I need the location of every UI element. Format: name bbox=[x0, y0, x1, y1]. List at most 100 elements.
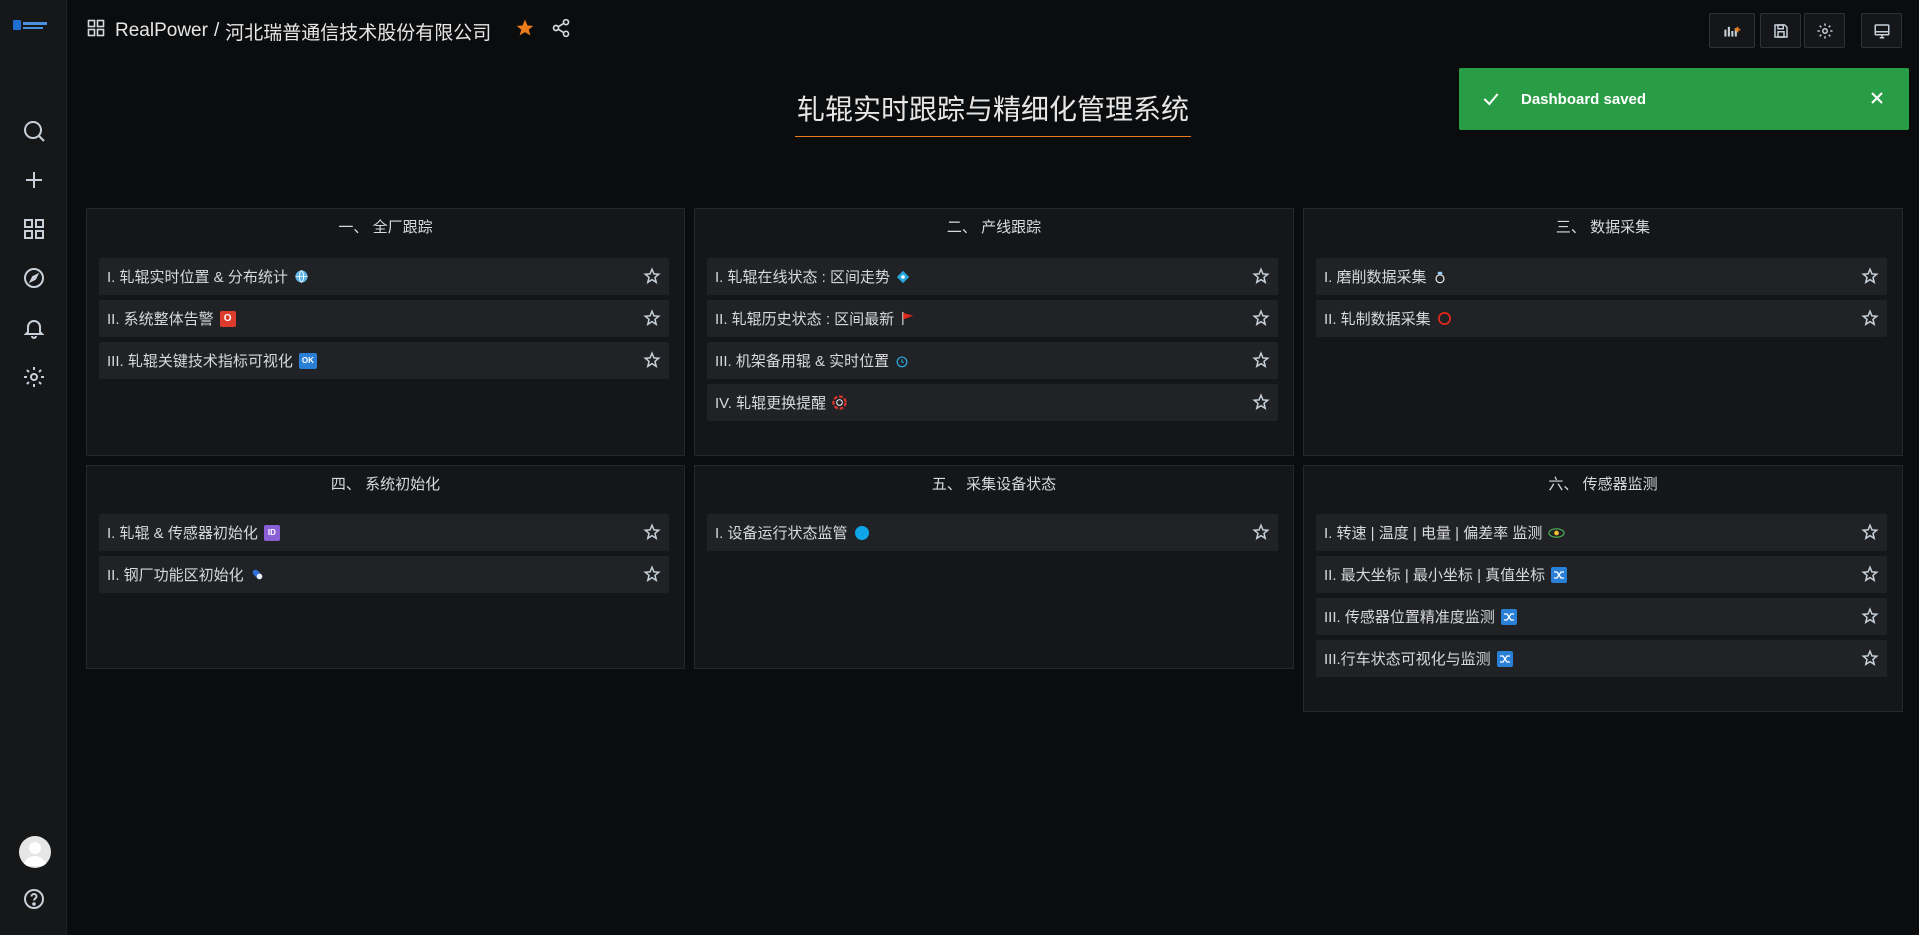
item-label: II. 轧制数据采集 bbox=[1324, 311, 1431, 328]
star-icon[interactable] bbox=[1861, 649, 1879, 667]
shuffle-icon bbox=[1500, 608, 1517, 625]
item-label: II. 钢厂功能区初始化 bbox=[107, 567, 244, 584]
blue-circle-icon bbox=[854, 525, 870, 541]
panel-device-status: 五、 采集设备状态 I. 设备运行状态监管 bbox=[694, 465, 1294, 669]
panel-title: 五、 采集设备状态 bbox=[931, 476, 1057, 493]
diamond-dots-icon bbox=[896, 270, 910, 284]
shuffle-icon bbox=[1551, 566, 1568, 583]
panel-data-collection: 三、 数据采集 I. 磨削数据采集 II. 轧制数据采集 bbox=[1303, 208, 1903, 456]
breadcrumb-org[interactable]: RealPower bbox=[115, 20, 208, 42]
item-label: III. 轧辊关键技术指标可视化 bbox=[107, 353, 293, 370]
item-label: I. 转速 | 温度 | 电量 | 偏差率 监测 bbox=[1324, 525, 1543, 542]
save-dashboard-button[interactable] bbox=[1760, 13, 1801, 48]
item-label: II. 轧辊历史状态 : 区间最新 bbox=[715, 311, 895, 328]
item-label: III. 传感器位置精准度监测 bbox=[1324, 609, 1495, 626]
share-icon[interactable] bbox=[551, 18, 571, 44]
star-icon[interactable] bbox=[643, 267, 661, 285]
dashboards-grid-icon[interactable] bbox=[20, 215, 48, 243]
breadcrumb: RealPower / 河北瑞普通信技术股份有限公司 bbox=[87, 18, 571, 44]
list-item[interactable]: I. 磨削数据采集 bbox=[1316, 258, 1887, 295]
search-icon[interactable] bbox=[20, 117, 48, 145]
panel-sensor-monitoring: 六、 传感器监测 I. 转速 | 温度 | 电量 | 偏差率 监测 II. 最大… bbox=[1303, 465, 1903, 712]
item-label: I. 磨削数据采集 bbox=[1324, 269, 1427, 286]
success-toast: Dashboard saved bbox=[1459, 68, 1909, 130]
list-item[interactable]: I. 轧辊在线状态 : 区间走势 bbox=[707, 258, 1278, 295]
list-item[interactable]: I. 轧辊实时位置 & 分布统计 bbox=[99, 258, 669, 295]
list-item[interactable]: IV. 轧辊更换提醒 bbox=[707, 384, 1278, 421]
toast-message: Dashboard saved bbox=[1521, 90, 1647, 108]
list-item[interactable]: I. 转速 | 温度 | 电量 | 偏差率 监测 bbox=[1316, 514, 1887, 551]
breadcrumb-dashboard[interactable]: 河北瑞普通信技术股份有限公司 bbox=[225, 18, 491, 45]
star-icon[interactable] bbox=[1861, 523, 1879, 541]
list-item[interactable]: II. 轧辊历史状态 : 区间最新 bbox=[707, 300, 1278, 337]
list-item[interactable]: II. 最大坐标 | 最小坐标 | 真值坐标 bbox=[1316, 556, 1887, 593]
avatar[interactable] bbox=[19, 836, 51, 868]
list-item[interactable]: III. 机架备用辊 & 实时位置 bbox=[707, 342, 1278, 379]
item-label: I. 轧辊 & 传感器初始化 bbox=[107, 525, 258, 542]
capsule-icon bbox=[250, 567, 265, 582]
star-icon[interactable] bbox=[1861, 309, 1879, 327]
list-item[interactable]: III. 传感器位置精准度监测 bbox=[1316, 598, 1887, 635]
dashboard-grid-icon[interactable] bbox=[87, 19, 105, 43]
help-icon[interactable] bbox=[20, 885, 48, 913]
panel-title: 六、 传感器监测 bbox=[1548, 476, 1658, 493]
red-circle-icon bbox=[1437, 311, 1452, 326]
star-filled-icon[interactable] bbox=[515, 18, 535, 44]
panel-title: 三、 数据采集 bbox=[1555, 219, 1651, 236]
star-icon[interactable] bbox=[1861, 267, 1879, 285]
globe-icon bbox=[294, 269, 309, 284]
close-icon[interactable] bbox=[1867, 88, 1887, 108]
star-icon[interactable] bbox=[643, 523, 661, 541]
panel-title: 一、 全厂跟踪 bbox=[338, 219, 433, 236]
eye-icon bbox=[1548, 527, 1566, 539]
o-button-icon: O bbox=[219, 310, 236, 327]
list-item[interactable]: II. 系统整体告警 O bbox=[99, 300, 669, 337]
compass-icon[interactable] bbox=[20, 264, 48, 292]
view-mode-button[interactable] bbox=[1861, 13, 1902, 48]
alarm-clock-icon bbox=[895, 354, 909, 368]
panel-system-init: 四、 系统初始化 I. 轧辊 & 传感器初始化 ID II. 钢厂功能区初始化 bbox=[86, 465, 685, 669]
dashboard-settings-button[interactable] bbox=[1804, 13, 1845, 48]
star-icon[interactable] bbox=[1861, 607, 1879, 625]
breadcrumb-separator: / bbox=[213, 20, 220, 41]
star-icon[interactable] bbox=[1252, 351, 1270, 369]
list-item[interactable]: II. 轧制数据采集 bbox=[1316, 300, 1887, 337]
star-icon[interactable] bbox=[1252, 309, 1270, 327]
sidebar bbox=[0, 0, 67, 935]
shuffle-icon bbox=[1496, 650, 1513, 667]
panel-title: 二、 产线跟踪 bbox=[946, 219, 1042, 236]
item-label: I. 设备运行状态监管 bbox=[715, 525, 848, 542]
list-item[interactable]: III. 轧辊关键技术指标可视化 OK bbox=[99, 342, 669, 379]
ok-button-icon: OK bbox=[298, 352, 317, 369]
panel-plant-tracking: 一、 全厂跟踪 I. 轧辊实时位置 & 分布统计 II. 系统整体告警 O II… bbox=[86, 208, 685, 456]
star-icon[interactable] bbox=[643, 351, 661, 369]
star-icon[interactable] bbox=[1252, 393, 1270, 411]
plus-icon[interactable] bbox=[20, 166, 48, 194]
bell-icon[interactable] bbox=[20, 314, 48, 342]
list-item[interactable]: I. 设备运行状态监管 bbox=[707, 514, 1278, 551]
star-icon[interactable] bbox=[643, 309, 661, 327]
list-item[interactable]: I. 轧辊 & 传感器初始化 ID bbox=[99, 514, 669, 551]
add-panel-button[interactable] bbox=[1709, 13, 1755, 48]
gear-icon[interactable] bbox=[20, 363, 48, 391]
item-label: III. 机架备用辊 & 实时位置 bbox=[715, 353, 890, 370]
ring-icon bbox=[1433, 270, 1447, 284]
star-icon[interactable] bbox=[1252, 267, 1270, 285]
panel-line-tracking: 二、 产线跟踪 I. 轧辊在线状态 : 区间走势 II. 轧辊历史状态 : 区间… bbox=[694, 208, 1294, 456]
brand-logo[interactable] bbox=[13, 18, 49, 34]
star-icon[interactable] bbox=[1252, 523, 1270, 541]
id-button-icon: ID bbox=[263, 524, 280, 541]
star-icon[interactable] bbox=[1861, 565, 1879, 583]
lifebuoy-icon bbox=[832, 395, 847, 410]
item-label: IV. 轧辊更换提醒 bbox=[715, 395, 827, 412]
page-title: 轧辊实时跟踪与精细化管理系统 bbox=[795, 88, 1191, 137]
top-navbar: RealPower / 河北瑞普通信技术股份有限公司 bbox=[67, 0, 1919, 62]
item-label: III.行车状态可视化与监测 bbox=[1324, 651, 1491, 668]
panel-title: 四、 系统初始化 bbox=[330, 476, 441, 493]
item-label: II. 系统整体告警 bbox=[107, 311, 214, 328]
star-icon[interactable] bbox=[643, 565, 661, 583]
list-item[interactable]: II. 钢厂功能区初始化 bbox=[99, 556, 669, 593]
list-item[interactable]: III.行车状态可视化与监测 bbox=[1316, 640, 1887, 677]
item-label: I. 轧辊实时位置 & 分布统计 bbox=[107, 269, 288, 286]
item-label: II. 最大坐标 | 最小坐标 | 真值坐标 bbox=[1324, 567, 1546, 584]
